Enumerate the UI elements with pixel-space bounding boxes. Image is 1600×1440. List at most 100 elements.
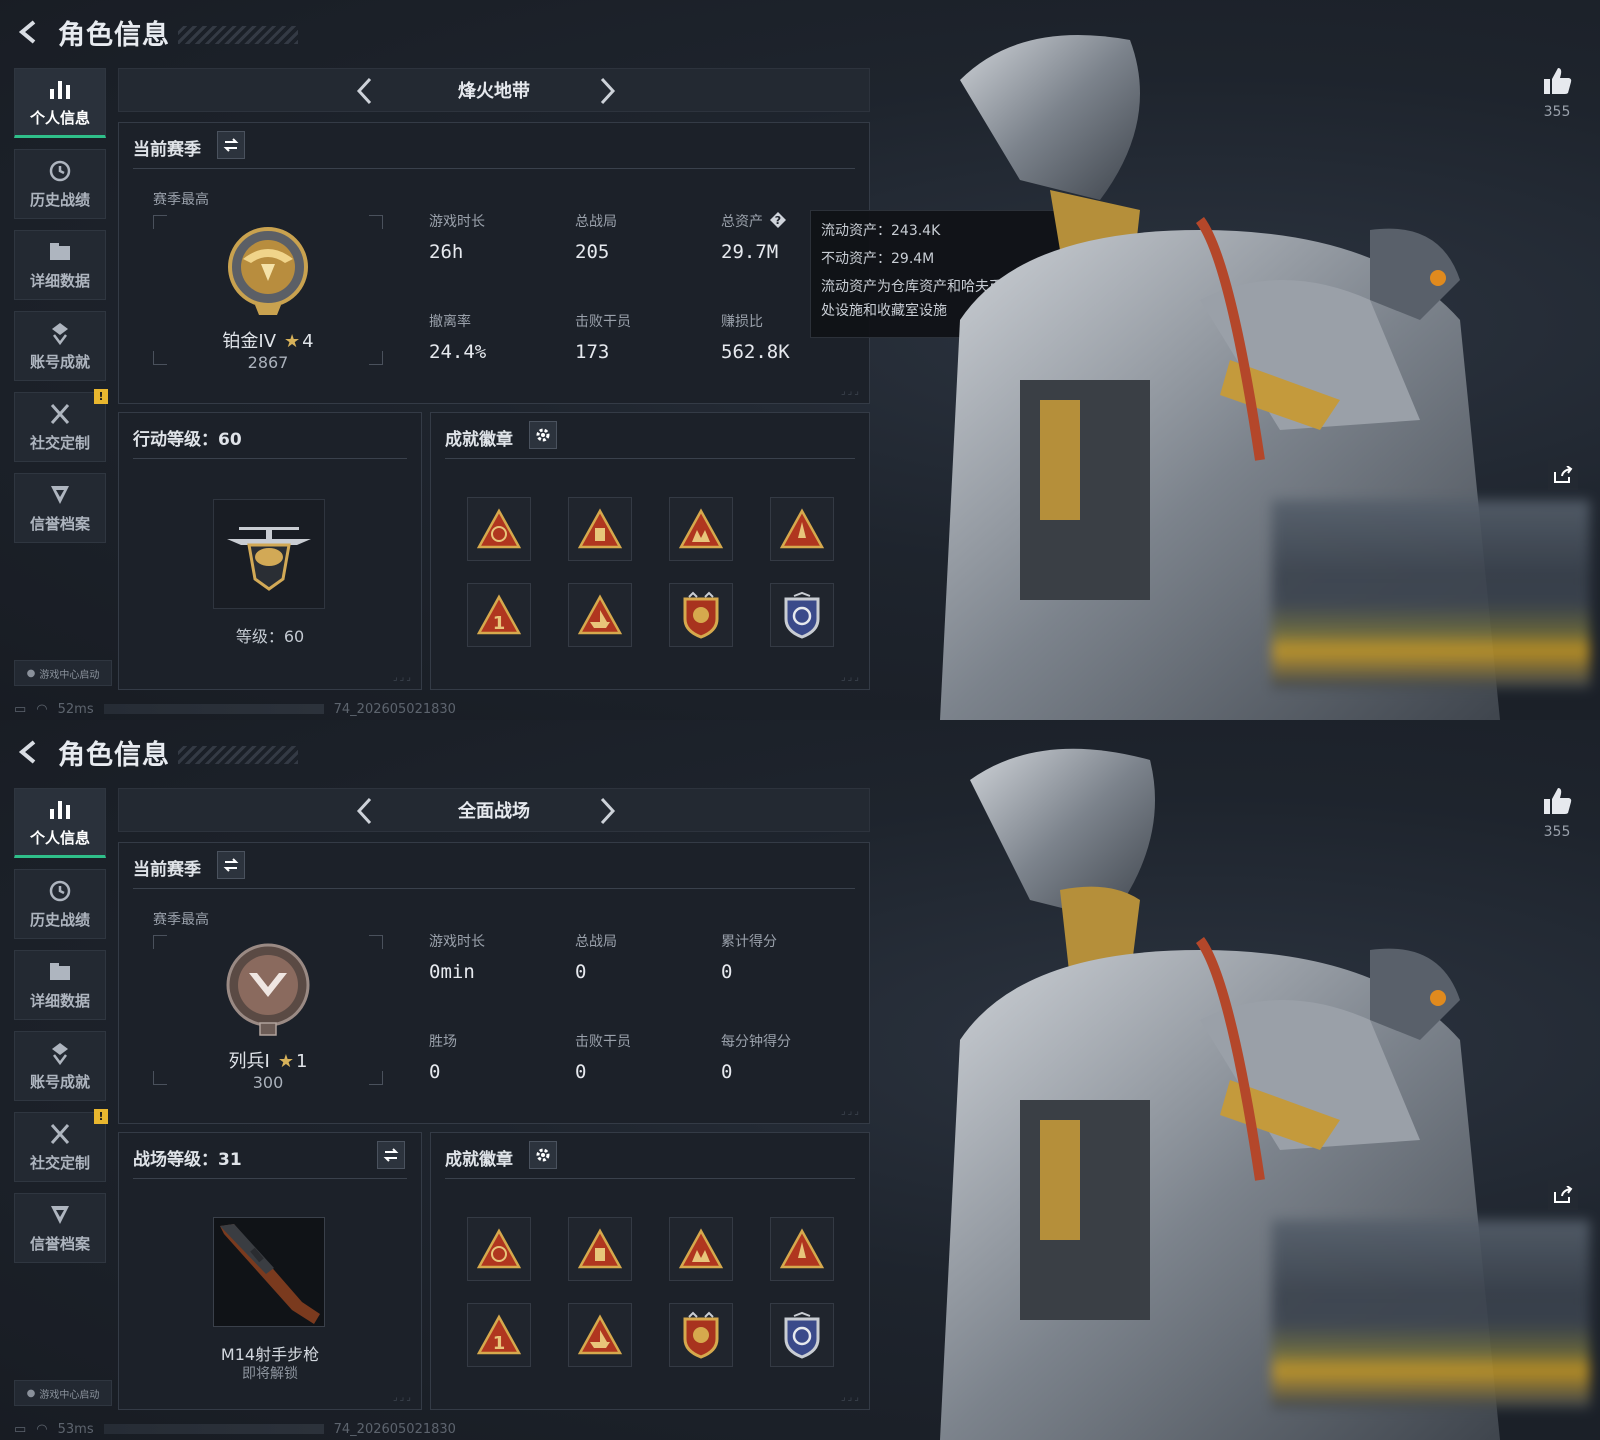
badge-bottle-icon[interactable] [568, 1217, 632, 1281]
share-icon[interactable] [1548, 1180, 1578, 1210]
nav-history[interactable]: 历史战绩 [14, 869, 106, 939]
mode-name: 烽火地带 [458, 81, 530, 102]
badge-boat-icon[interactable] [568, 583, 632, 647]
badge-radar-icon[interactable] [467, 497, 531, 561]
nav-details[interactable]: 详细数据 [14, 230, 106, 300]
like-button[interactable]: 355 [1540, 66, 1574, 120]
nav-history[interactable]: 历史战绩 [14, 149, 106, 219]
swap-season-icon[interactable] [217, 851, 245, 879]
badge-blue-shield-icon[interactable] [770, 1303, 834, 1367]
badge-squad-icon[interactable] [669, 1217, 733, 1281]
nav-label: 个人信息 [29, 828, 90, 847]
nav-personal-info[interactable]: 个人信息 [14, 68, 106, 138]
badge-settings-gear-icon[interactable] [529, 1141, 557, 1169]
nav-label: 账号成就 [29, 352, 90, 371]
nav-achievements[interactable]: 账号成就 [14, 1031, 106, 1101]
badge-gold-shield-icon[interactable] [669, 583, 733, 647]
nav-label: 历史战绩 [29, 910, 90, 929]
nav-social[interactable]: 社交定制 ! [14, 1109, 108, 1182]
badge-first-icon[interactable]: 1 [467, 583, 531, 647]
badges-title: 成就徽章 [445, 1150, 513, 1170]
stat-score-per-minute: 每分钟得分 0 [721, 1031, 791, 1083]
divider [445, 1178, 855, 1179]
nav-label: 个人信息 [29, 108, 90, 127]
badge-first-icon[interactable]: 1 [467, 1303, 531, 1367]
stat-label: 总资产? [721, 211, 787, 231]
badge-rocket-icon[interactable] [770, 497, 834, 561]
badge-settings-gear-icon[interactable] [529, 421, 557, 449]
stat-value: 205 [575, 241, 610, 263]
battery-icon: ▭ [14, 1421, 27, 1437]
level-emblem [213, 499, 325, 609]
nav-details[interactable]: 详细数据 [14, 950, 106, 1020]
stat-wins: 胜场 0 [429, 1031, 457, 1083]
rank-box: 铂金IV ★ 4 2867 [153, 215, 383, 372]
screen-extraction-mode: 角色信息 个人信息 历史战绩 详细数据 账号成就 社交定制 ! 信誉档案 ● 游… [0, 0, 1600, 720]
stat-label: 游戏时长 [429, 934, 485, 950]
stat-label: 赚损比 [721, 314, 763, 330]
status-bar: ▭ ◠ 52ms 74_202605021830 [14, 700, 456, 718]
weapon-image [213, 1217, 325, 1327]
badge-blue-shield-icon[interactable] [770, 583, 834, 647]
like-button[interactable]: 355 [1540, 786, 1574, 840]
prev-mode-chevron-icon[interactable] [349, 795, 381, 827]
rank-name: 列兵Ⅰ ★ 1 [153, 1047, 383, 1073]
nav-personal-info[interactable]: 个人信息 [14, 788, 106, 858]
badge-radar-icon[interactable] [467, 1217, 531, 1281]
next-mode-chevron-icon[interactable] [591, 75, 623, 107]
launch-label: 游戏中心启动 [39, 1389, 100, 1401]
stat-extract-rate: 撤离率 24.4% [429, 311, 486, 363]
mode-switcher: 烽火地带 [118, 68, 870, 112]
blurred-region [1272, 500, 1590, 688]
nav-credit[interactable]: 信誉档案 [14, 473, 106, 543]
swap-level-icon[interactable] [377, 1141, 405, 1169]
swap-season-icon[interactable] [217, 131, 245, 159]
stat-value: 0 [721, 961, 733, 983]
stat-label: 击败干员 [575, 1034, 631, 1050]
redacted-bar [103, 704, 324, 714]
stat-value: 0 [429, 1061, 441, 1083]
screen-warfare-mode: 角色信息 个人信息 历史战绩 详细数据 账号成就 社交定制 ! 信誉档案 ● 游… [0, 720, 1600, 1440]
shield-icon [51, 485, 69, 504]
wifi-icon: ◠ [36, 1421, 48, 1437]
wifi-icon: ◠ [36, 701, 48, 717]
rank-name: 铂金IV ★ 4 [153, 327, 383, 353]
prev-mode-chevron-icon[interactable] [349, 75, 381, 107]
badge-squad-icon[interactable] [669, 497, 733, 561]
level-caption: 等级：60 [235, 627, 305, 646]
star-icon: ★ [277, 1051, 294, 1072]
share-icon[interactable] [1548, 460, 1578, 490]
stat-kills: 击败干员 0 [575, 1031, 631, 1083]
build-text: 74_202605021830 [333, 1421, 456, 1437]
stat-label: 总战局 [575, 214, 617, 230]
nav-label: 详细数据 [29, 991, 90, 1010]
stat-label: 撤离率 [429, 314, 471, 330]
back-arrow-icon[interactable] [14, 17, 44, 47]
badge-bottle-icon[interactable] [568, 497, 632, 561]
nav-label: 信誉档案 [29, 1234, 90, 1253]
badge-grid: 1 [467, 1217, 834, 1367]
panel-corner-mark: ⌟⌟⌟ [840, 1392, 861, 1403]
help-icon[interactable]: ? [769, 211, 787, 229]
folder-icon [50, 242, 70, 260]
svg-text:1: 1 [493, 1333, 506, 1354]
battery-icon: ▭ [14, 701, 27, 717]
stat-total-score: 累计得分 0 [721, 931, 777, 983]
bar-chart-icon [50, 800, 70, 819]
stat-value: 0 [721, 1061, 733, 1083]
back-arrow-icon[interactable] [14, 737, 44, 767]
title-bar: 角色信息 [14, 732, 298, 772]
panel-corner-mark: ⌟⌟⌟ [392, 1392, 413, 1403]
panel-corner-mark: ⌟⌟⌟ [840, 1106, 861, 1117]
badge-rocket-icon[interactable] [770, 1217, 834, 1281]
svg-text:1: 1 [493, 613, 506, 634]
nav-achievements[interactable]: 账号成就 [14, 311, 106, 381]
stat-label: 总战局 [575, 934, 617, 950]
launch-source-chip: ● 游戏中心启动 [14, 660, 112, 686]
nav-social[interactable]: 社交定制 ! [14, 389, 108, 462]
next-mode-chevron-icon[interactable] [591, 795, 623, 827]
badge-boat-icon[interactable] [568, 1303, 632, 1367]
nav-credit[interactable]: 信誉档案 [14, 1193, 106, 1263]
badge-gold-shield-icon[interactable] [669, 1303, 733, 1367]
mode-switcher: 全面战场 [118, 788, 870, 832]
